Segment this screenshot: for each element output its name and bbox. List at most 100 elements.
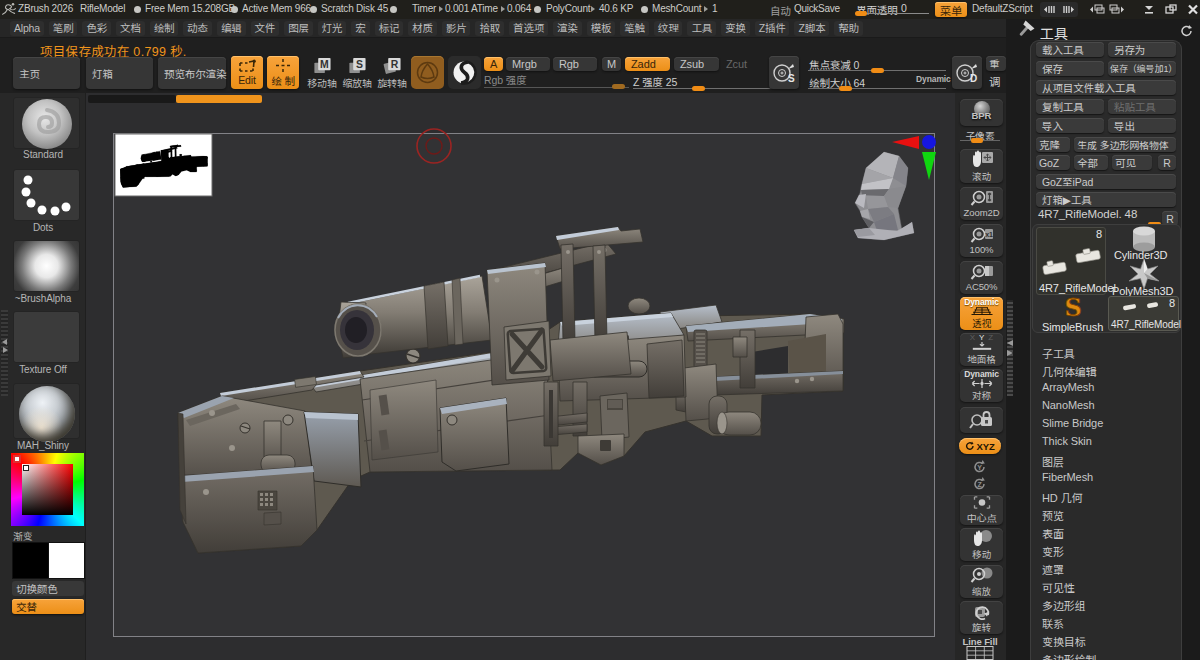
ui-opacity-handle[interactable] [855,11,867,16]
menu-macro[interactable]: 宏 [351,21,369,36]
tool-thumb-rifle2[interactable]: 8 4R7_RifleModel [1108,296,1179,331]
draw-size-slider[interactable] [808,88,946,89]
floor-button[interactable]: XYZ 地面格 [960,333,1003,366]
menu-render[interactable]: 渲染 [553,21,582,36]
perspective-button[interactable]: Dynamic 透视 [960,297,1003,330]
dynamic-mode-label[interactable]: Dynamic [916,74,951,84]
alternate-button[interactable]: 交替 [12,599,84,614]
current-brush-button[interactable] [411,56,444,89]
goz-visible-button[interactable]: 可见 [1112,155,1152,170]
restore-icon[interactable] [1163,3,1179,16]
menu-movie[interactable]: 影片 [442,21,471,36]
subpalette-arraymesh[interactable]: ArrayMesh [1042,381,1094,393]
save-button[interactable]: 保存 [1036,61,1104,76]
right-tray-toggle-icon[interactable] [1059,2,1078,17]
z-intensity-slider[interactable] [633,88,790,89]
subpalette-morphtarget[interactable]: 变换目标 [1042,633,1086,649]
tool-palette-icon[interactable] [1015,20,1035,40]
load-from-project-button[interactable]: 从项目文件载入工具 [1036,80,1176,95]
edit-button[interactable]: Edit [231,56,263,89]
menu-button[interactable]: 菜单 [935,2,967,17]
rotate-button[interactable]: 旋转 [960,601,1003,634]
tool-thumb-polymesh[interactable]: PolyMesh3D [1108,262,1179,295]
zoom2d-button[interactable]: Zoom2D [960,187,1003,220]
menu-transform[interactable]: 变换 [721,21,750,36]
current-brush-thumbnail[interactable] [13,97,80,149]
rotate-xyz-button[interactable]: XYZ [959,438,1001,454]
main-color-swatch[interactable] [13,543,48,578]
current-material-button[interactable] [448,56,481,89]
z-intensity-handle[interactable] [692,86,705,91]
menu-zplugin[interactable]: Z插件 [755,21,790,36]
gizmo-move-button[interactable]: M 移动轴 [306,56,338,90]
preview-bool-render-button[interactable]: 预览布尔渲染 [158,57,226,89]
rotate-y-button[interactable]: Y [969,459,991,474]
focal-shift-handle[interactable] [871,68,884,73]
menu-color[interactable]: 色彩 [82,21,111,36]
make-polymesh-button[interactable]: 生成 多边形网格物体 [1074,137,1176,152]
subpalette-thickskin[interactable]: Thick Skin [1042,435,1092,447]
menu-zscript[interactable]: Z脚本 [794,21,829,36]
subpalette-visibility[interactable]: 可见性 [1042,579,1075,595]
move-button[interactable]: 移动 [960,528,1003,561]
frame-button[interactable]: 中心点 [960,495,1003,525]
quicksave-button[interactable]: QuickSave [794,3,840,14]
lightbox-tool-button[interactable]: 灯箱▶工具 [1036,192,1176,207]
copy-tool-button[interactable]: 复制工具 [1036,99,1104,114]
paste-tool-button[interactable]: 粘贴工具 [1108,99,1176,114]
dynamic-size-button[interactable]: D [952,56,982,89]
menu-draw[interactable]: 绘制 [150,21,179,36]
stroke-modifier-button[interactable]: S [769,56,799,89]
menu-light[interactable]: 灯光 [318,21,347,36]
actual-size-button[interactable]: x1 100% [960,224,1003,257]
layout-cycle-buttons[interactable] [1087,2,1127,17]
lock-camera-button[interactable] [960,407,1003,433]
clone-button[interactable]: 克隆 [1036,137,1070,152]
subpalette-masking[interactable]: 遮罩 [1042,561,1064,577]
scene-3d[interactable] [86,93,958,660]
axis-x-arrow[interactable] [892,136,919,149]
menu-file[interactable]: 文件 [251,21,280,36]
load-tool-button[interactable]: 载入工具 [1036,42,1104,57]
left-tray-toggle-icon[interactable] [1040,2,1059,17]
gizmo-scale-button[interactable]: S 缩放轴 [341,56,373,90]
color-picker-hue-cursor[interactable] [13,455,21,463]
gizmo-rotate-button[interactable]: R 旋转轴 [376,56,408,90]
color-picker-sv-square[interactable] [22,464,73,515]
subpalette-fibermesh[interactable]: FiberMesh [1042,471,1093,483]
tool-thumb-simplebrush[interactable]: S SimpleBrush [1036,297,1106,331]
subpalette-contact[interactable]: 联系 [1042,615,1064,631]
save-as-button[interactable]: 另存为 [1108,42,1176,57]
gradient-label[interactable]: 渐变 [13,528,83,543]
menu-stencil[interactable]: 模板 [587,21,616,36]
lightbox-button[interactable]: 灯箱 [86,57,153,89]
menu-material[interactable]: 材质 [408,21,437,36]
scroll-button[interactable]: 滚动 [960,149,1003,183]
subpalette-polypaint[interactable]: 多边形绘制 [1042,651,1097,660]
bpr-button[interactable]: BPR [960,99,1003,126]
spix-handle[interactable] [971,138,983,143]
rgb-button[interactable]: Rgb [553,57,597,71]
rgb-intensity-slider[interactable] [484,87,629,88]
axis-z-dot[interactable] [922,135,936,149]
palette-restore-icon[interactable] [1180,24,1194,38]
subpalette-deformation[interactable]: 变形 [1042,543,1064,559]
draw-size-handle[interactable] [839,86,852,91]
symmetry-button[interactable]: Dynamic 对称 [960,369,1003,402]
close-icon[interactable] [1186,3,1200,16]
rotate-z-button[interactable]: Z [969,476,991,491]
mrgb-a-button[interactable]: A [484,57,503,71]
menu-edit[interactable]: 编辑 [217,21,246,36]
clipped-button-2[interactable]: 调 [986,73,1006,88]
current-texture-thumbnail[interactable] [13,311,80,363]
tool-thumb-cylinder[interactable]: Cylinder3D [1108,227,1179,261]
auto-label[interactable]: 自动 [770,3,791,18]
current-stroke-thumbnail[interactable] [13,169,80,221]
subpalette-surface[interactable]: 表面 [1042,525,1064,541]
secondary-color-swatch[interactable] [49,543,84,578]
menu-stroke[interactable]: 笔触 [620,21,649,36]
m-button[interactable]: M [602,57,621,71]
draw-button[interactable]: 绘 制 [267,56,299,89]
menu-picker[interactable]: 拾取 [475,21,504,36]
goz-ipad-button[interactable]: GoZ至iPad [1036,174,1176,189]
